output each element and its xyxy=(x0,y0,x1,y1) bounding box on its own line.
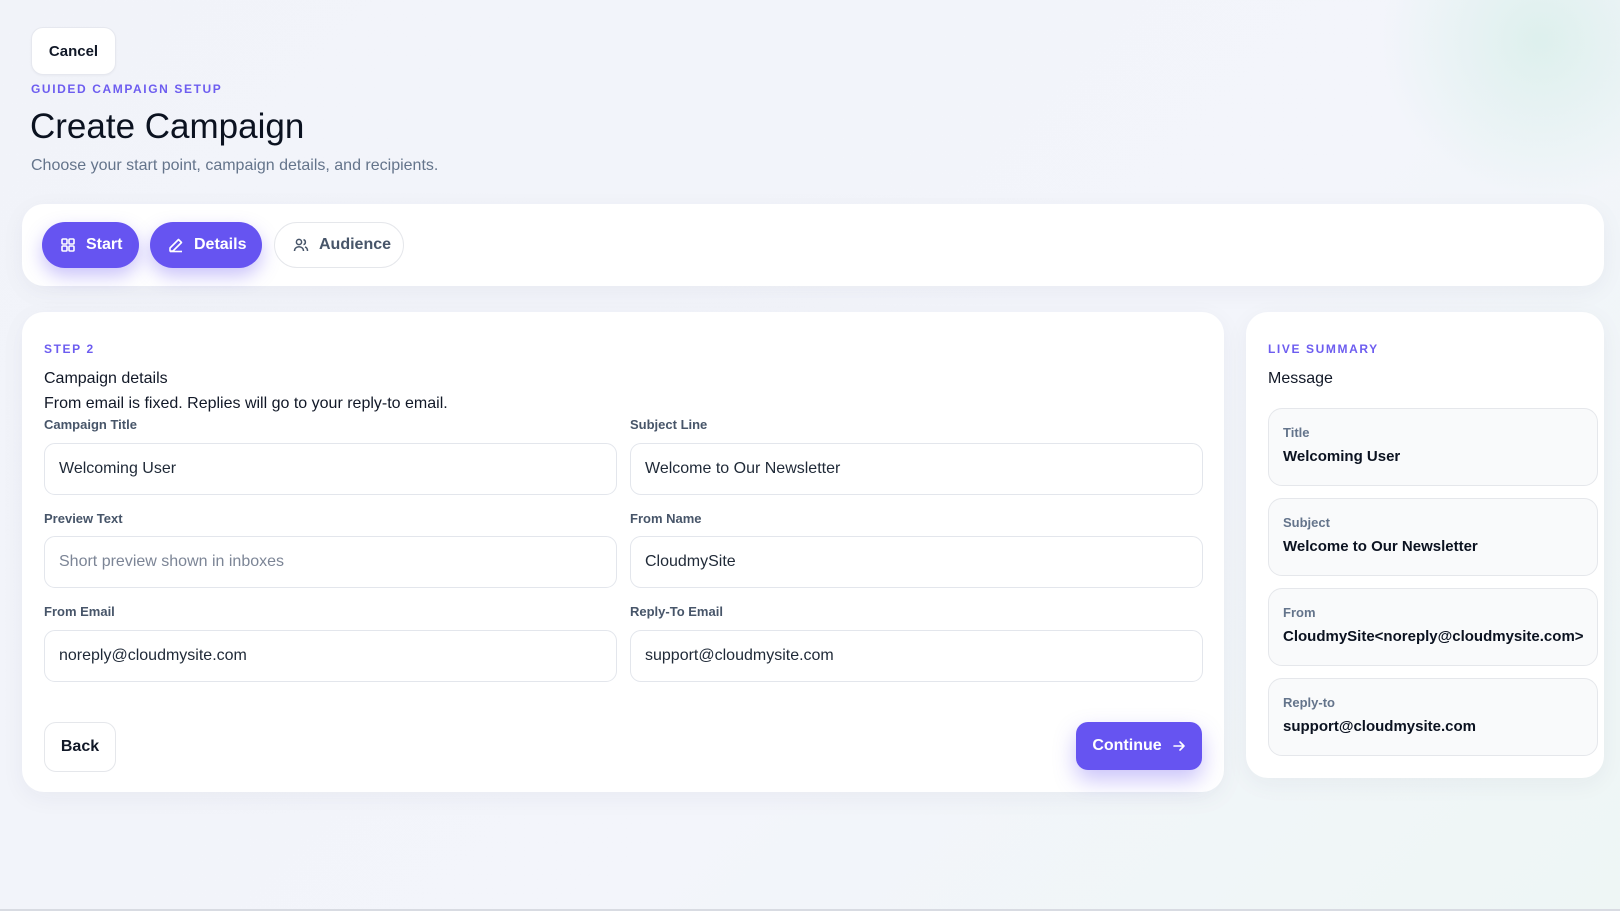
subject-line-label: Subject Line xyxy=(630,417,708,432)
preview-text-input[interactable] xyxy=(44,536,617,588)
users-icon xyxy=(293,237,309,253)
from-name-label: From Name xyxy=(630,511,702,526)
pencil-icon xyxy=(168,237,184,253)
summary-value: support@cloudmysite.com xyxy=(1283,718,1476,735)
summary-key: Reply-to xyxy=(1283,695,1335,710)
summary-item-from: From CloudmySite<noreply@cloudmysite.com… xyxy=(1268,588,1598,666)
page-subtitle: Choose your start point, campaign detail… xyxy=(31,157,439,174)
step-details-label: Details xyxy=(194,236,247,253)
campaign-details-form: STEP 2 Campaign details From email is fi… xyxy=(22,312,1224,792)
step-start-tab[interactable]: Start xyxy=(42,222,139,268)
summary-eyebrow: LIVE SUMMARY xyxy=(1268,342,1379,356)
cancel-button[interactable]: Cancel xyxy=(31,27,116,75)
from-name-input[interactable] xyxy=(630,536,1203,588)
campaign-title-label: Campaign Title xyxy=(44,417,137,432)
preview-text-label: Preview Text xyxy=(44,511,123,526)
background-glow xyxy=(1380,0,1620,200)
setup-eyebrow: GUIDED CAMPAIGN SETUP xyxy=(31,82,223,96)
step-audience-label: Audience xyxy=(319,236,392,253)
reply-to-email-input[interactable] xyxy=(630,630,1203,682)
grid-icon xyxy=(60,237,76,253)
summary-key: Title xyxy=(1283,425,1310,440)
back-button[interactable]: Back xyxy=(44,722,116,772)
summary-heading: Message xyxy=(1268,370,1333,387)
from-email-input[interactable] xyxy=(44,630,617,682)
summary-value: CloudmySite<noreply@cloudmysite.com> xyxy=(1283,628,1583,645)
page-title: Create Campaign xyxy=(30,107,305,146)
summary-key: From xyxy=(1283,605,1316,620)
continue-button[interactable]: Continue xyxy=(1076,722,1202,770)
summary-value: Welcome to Our Newsletter xyxy=(1283,538,1478,555)
step-start-label: Start xyxy=(86,236,123,253)
form-section-description: From email is fixed. Replies will go to … xyxy=(44,395,448,412)
summary-item-subject: Subject Welcome to Our Newsletter xyxy=(1268,498,1598,576)
step-eyebrow: STEP 2 xyxy=(44,342,95,356)
campaign-title-input[interactable] xyxy=(44,443,617,495)
step-audience-tab[interactable]: Audience xyxy=(274,222,404,268)
summary-value: Welcoming User xyxy=(1283,448,1401,465)
live-summary-panel: LIVE SUMMARY Message Title Welcoming Use… xyxy=(1246,312,1604,778)
summary-item-reply-to: Reply-to support@cloudmysite.com xyxy=(1268,678,1598,756)
arrow-right-icon xyxy=(1172,739,1186,753)
summary-key: Subject xyxy=(1283,515,1330,530)
step-details-tab[interactable]: Details xyxy=(150,222,262,268)
from-email-label: From Email xyxy=(44,604,115,619)
step-navigation: Start Details Audience xyxy=(22,204,1604,286)
subject-line-input[interactable] xyxy=(630,443,1203,495)
summary-item-title: Title Welcoming User xyxy=(1268,408,1598,486)
reply-to-email-label: Reply-To Email xyxy=(630,604,723,619)
continue-label: Continue xyxy=(1092,737,1162,754)
form-section-title: Campaign details xyxy=(44,370,168,387)
